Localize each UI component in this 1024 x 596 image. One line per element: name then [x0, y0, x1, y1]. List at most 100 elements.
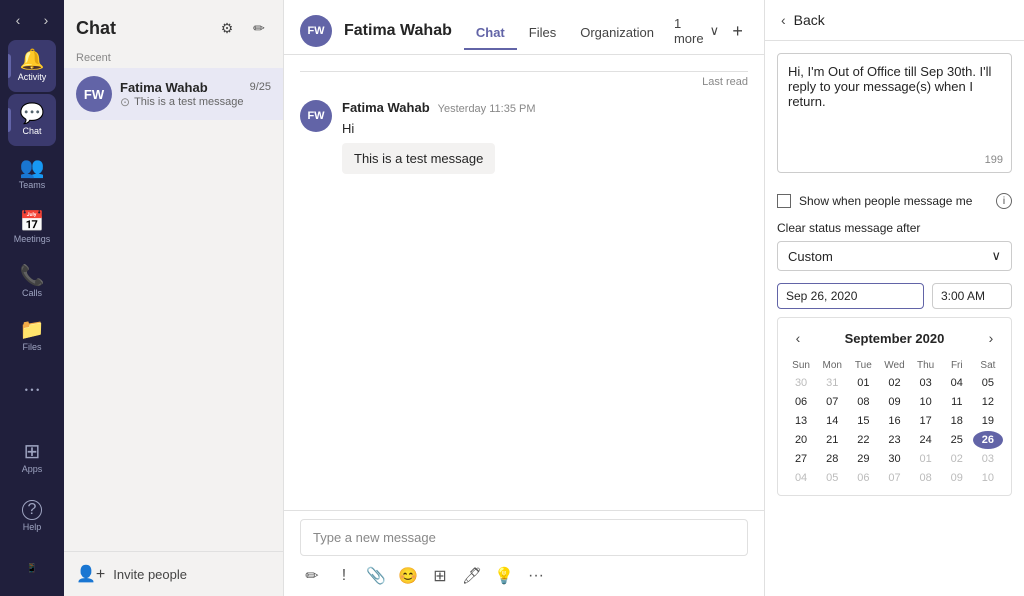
filter-button[interactable]: ⚙: [215, 16, 239, 40]
back-nav-button[interactable]: ‹: [6, 8, 30, 32]
chevron-down-icon: ∨: [991, 248, 1001, 264]
more-label: • • •: [25, 385, 39, 395]
cal-day[interactable]: 04: [942, 374, 972, 392]
cal-day[interactable]: 06: [848, 469, 878, 487]
cal-day[interactable]: 06: [786, 393, 816, 411]
cal-day[interactable]: 23: [879, 431, 909, 449]
cal-day[interactable]: 18: [942, 412, 972, 430]
contact-name: Fatima Wahab: [120, 80, 208, 95]
cal-day-selected[interactable]: 26: [973, 431, 1003, 449]
sidebar-item-calls[interactable]: 📞 Calls: [8, 256, 56, 308]
message-time: Yesterday 11:35 PM: [438, 103, 536, 115]
more-options-icon[interactable]: ···: [524, 564, 548, 588]
cal-day[interactable]: 02: [879, 374, 909, 392]
cal-day[interactable]: 27: [786, 450, 816, 468]
cal-day[interactable]: 08: [848, 393, 878, 411]
cal-day[interactable]: 30: [786, 374, 816, 392]
cal-day[interactable]: 28: [817, 450, 847, 468]
cal-day[interactable]: 03: [911, 374, 941, 392]
status-message-box[interactable]: Hi, I'm Out of Office till Sep 30th. I'l…: [777, 53, 1012, 173]
cal-day[interactable]: 15: [848, 412, 878, 430]
emoji-icon[interactable]: 😊: [396, 564, 420, 588]
chat-list-header: Chat ⚙ ✏: [64, 0, 283, 48]
phone-device-icon[interactable]: 📱: [8, 548, 56, 588]
message-group: FW Fatima Wahab Yesterday 11:35 PM Hi Th…: [300, 100, 748, 174]
day-header-fri: Fri: [942, 358, 972, 373]
cal-day[interactable]: 10: [973, 469, 1003, 487]
sidebar-item-teams[interactable]: 👥 Teams: [8, 148, 56, 200]
cal-day[interactable]: 19: [973, 412, 1003, 430]
sticker-icon[interactable]: 🖊: [460, 564, 484, 588]
day-header-sun: Sun: [786, 358, 816, 373]
cal-day[interactable]: 22: [848, 431, 878, 449]
tab-files[interactable]: Files: [517, 13, 568, 50]
nav-arrows: ‹ ›: [6, 8, 58, 32]
forward-nav-button[interactable]: ›: [34, 8, 58, 32]
cal-day[interactable]: 09: [942, 469, 972, 487]
sidebar-item-chat[interactable]: 💬 Chat: [8, 94, 56, 146]
show-when-checkbox[interactable]: [777, 194, 791, 208]
invite-people-button[interactable]: 👤+ Invite people: [64, 551, 283, 596]
time-input[interactable]: 3:00 AM: [932, 283, 1012, 309]
sidebar-item-activity[interactable]: 🔔 Activity: [8, 40, 56, 92]
chat-list-actions: ⚙ ✏: [215, 16, 271, 40]
format-icon[interactable]: ✏: [300, 564, 324, 588]
cal-day[interactable]: 30: [879, 450, 909, 468]
cal-day[interactable]: 16: [879, 412, 909, 430]
back-label: Back: [794, 12, 825, 28]
cal-day[interactable]: 13: [786, 412, 816, 430]
cal-day[interactable]: 07: [879, 469, 909, 487]
cal-day[interactable]: 10: [911, 393, 941, 411]
dropdown-label: Custom: [788, 249, 833, 264]
chat-tabs: Chat Files Organization 1 more ∨ +: [464, 8, 748, 54]
custom-dropdown[interactable]: Custom ∨: [777, 241, 1012, 271]
calls-icon: 📞: [20, 266, 45, 286]
praise-icon[interactable]: 💡: [492, 564, 516, 588]
cal-day[interactable]: 07: [817, 393, 847, 411]
cal-day[interactable]: 25: [942, 431, 972, 449]
cal-day[interactable]: 04: [786, 469, 816, 487]
calendar-next-button[interactable]: ›: [979, 326, 1003, 350]
message-input[interactable]: Type a new message: [300, 519, 748, 556]
cal-day[interactable]: 29: [848, 450, 878, 468]
tab-chat[interactable]: Chat: [464, 13, 517, 50]
sidebar-item-more[interactable]: • • •: [8, 364, 56, 416]
tab-more[interactable]: 1 more ∨: [666, 8, 727, 54]
status-panel-back[interactable]: ‹ Back: [765, 0, 1024, 41]
sidebar-item-files[interactable]: 📁 Files: [8, 310, 56, 362]
cal-day[interactable]: 11: [942, 393, 972, 411]
message-input-placeholder: Type a new message: [313, 530, 436, 545]
cal-day[interactable]: 17: [911, 412, 941, 430]
sidebar-item-meetings[interactable]: 📅 Meetings: [8, 202, 56, 254]
cal-day[interactable]: 01: [848, 374, 878, 392]
gif-icon[interactable]: ⊞: [428, 564, 452, 588]
info-icon[interactable]: i: [996, 193, 1012, 209]
cal-day[interactable]: 08: [911, 469, 941, 487]
sidebar-item-help[interactable]: ? Help: [8, 490, 56, 542]
calendar-month-year: September 2020: [845, 331, 945, 346]
cal-day[interactable]: 03: [973, 450, 1003, 468]
chat-input-area: Type a new message ✏ ! 📎 😊 ⊞ 🖊 💡 ···: [284, 510, 764, 596]
cal-day[interactable]: 01: [911, 450, 941, 468]
add-tab-button[interactable]: +: [727, 19, 748, 43]
calls-label: Calls: [22, 288, 42, 298]
cal-day[interactable]: 02: [942, 450, 972, 468]
cal-day[interactable]: 12: [973, 393, 1003, 411]
chat-list-item[interactable]: FW Fatima Wahab 9/25 ⊙ This is a test me…: [64, 68, 283, 120]
attach-icon[interactable]: 📎: [364, 564, 388, 588]
new-chat-button[interactable]: ✏: [247, 16, 271, 40]
cal-day[interactable]: 09: [879, 393, 909, 411]
sidebar-item-apps[interactable]: ⊞ Apps: [8, 432, 56, 484]
cal-day[interactable]: 20: [786, 431, 816, 449]
cal-day[interactable]: 14: [817, 412, 847, 430]
cal-day[interactable]: 24: [911, 431, 941, 449]
cal-day[interactable]: 21: [817, 431, 847, 449]
calendar-prev-button[interactable]: ‹: [786, 326, 810, 350]
cal-day[interactable]: 31: [817, 374, 847, 392]
cal-day[interactable]: 05: [973, 374, 1003, 392]
tab-organization[interactable]: Organization: [568, 13, 666, 50]
priority-icon[interactable]: !: [332, 564, 356, 588]
cal-day[interactable]: 05: [817, 469, 847, 487]
help-icon: ?: [22, 500, 42, 520]
date-input[interactable]: Sep 26, 2020: [777, 283, 924, 309]
